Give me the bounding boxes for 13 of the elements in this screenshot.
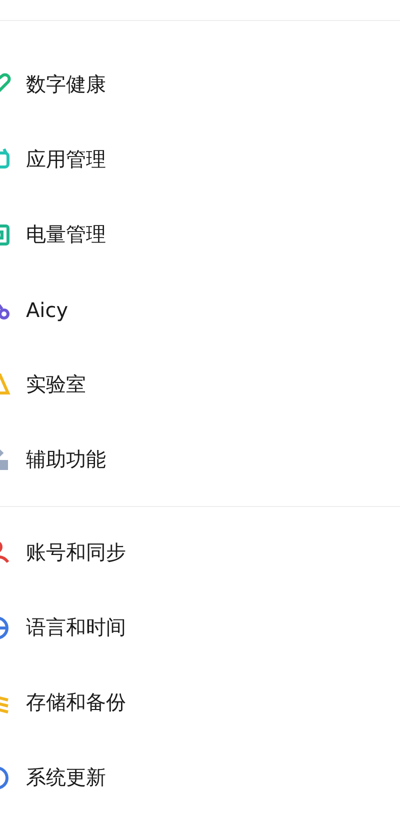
settings-item[interactable]: 账号和同步 <box>26 539 126 566</box>
settings-item[interactable]: 系统更新 <box>26 764 106 791</box>
settings-item[interactable]: Aicy <box>26 298 68 322</box>
settings-item[interactable]: 辅助功能 <box>26 446 106 473</box>
settings-item[interactable]: 数字健康 <box>26 71 106 98</box>
flask-icon <box>0 372 12 398</box>
settings-item[interactable]: 应用管理 <box>26 146 106 173</box>
person-icon <box>0 540 12 566</box>
settings-item[interactable]: 电量管理 <box>26 221 106 248</box>
settings-item[interactable]: 实验室 <box>26 371 86 398</box>
settings-item[interactable]: 语言和时间 <box>26 614 126 641</box>
settings-item[interactable]: 存储和备份 <box>26 689 126 716</box>
battery-icon <box>0 222 12 248</box>
